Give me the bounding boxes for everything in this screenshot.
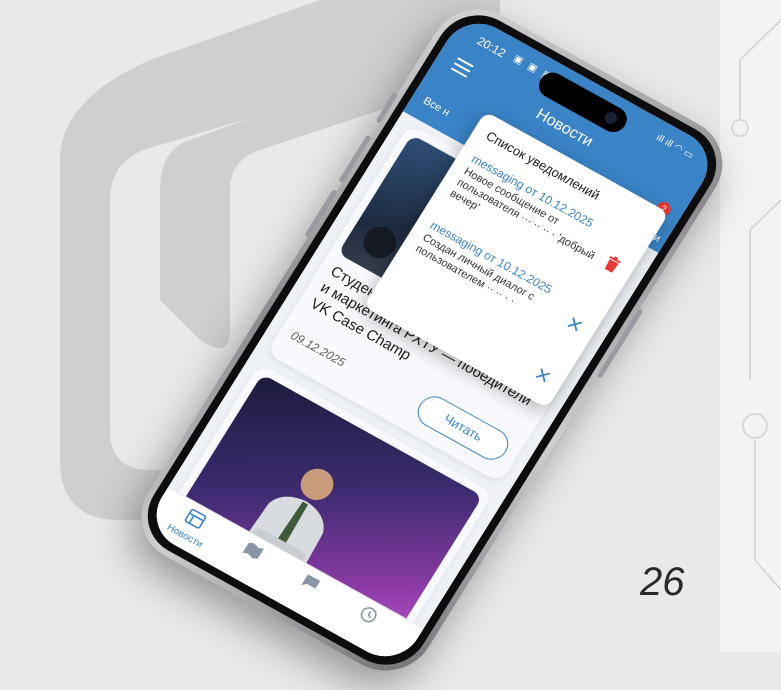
status-time: 20:12: [474, 33, 509, 61]
slide-number: 26: [640, 560, 685, 604]
map-icon: [242, 542, 264, 559]
news-date: 09.12.2025: [288, 328, 349, 370]
clock-icon: [360, 607, 377, 623]
news-icon: [184, 508, 207, 529]
signal-battery-icons: ıll ıll ◠ ▭: [653, 132, 696, 162]
tab-all-news[interactable]: Все н: [421, 95, 452, 119]
close-icon[interactable]: [533, 366, 553, 385]
camera-icon: [602, 109, 620, 126]
trash-icon[interactable]: [602, 254, 623, 274]
chat-icon: [301, 574, 321, 589]
close-icon[interactable]: [565, 315, 585, 334]
